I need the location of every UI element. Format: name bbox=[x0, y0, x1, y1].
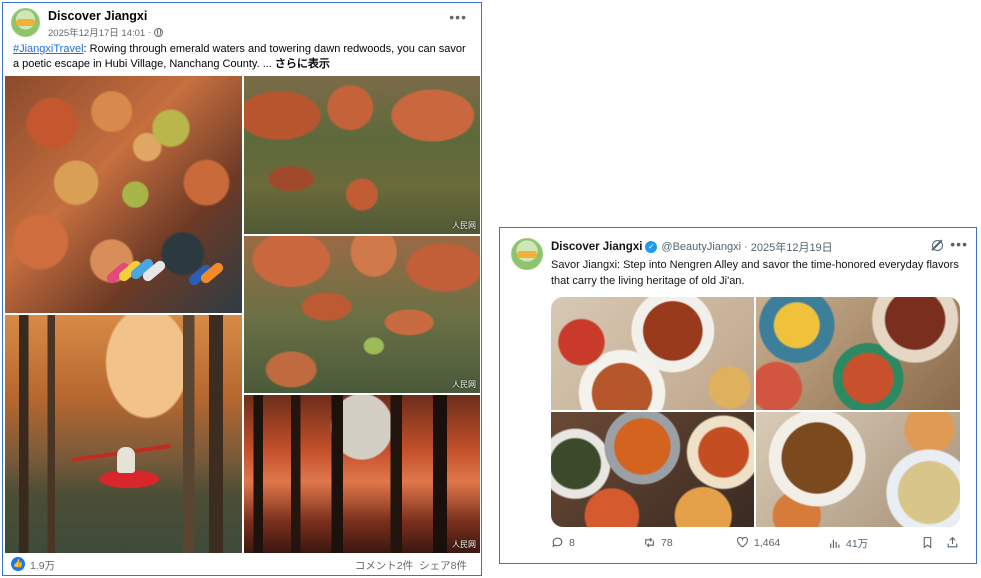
photo-forest-river[interactable]: 人民网 bbox=[244, 236, 480, 393]
photo-boat-among-trees[interactable]: 人民网 bbox=[244, 76, 480, 234]
share-button[interactable] bbox=[946, 536, 959, 549]
post-header: Discover Jiangxi ✓ @BeautyJiangxi · 2025… bbox=[551, 239, 966, 255]
hashtag-link[interactable]: #JiangxiTravel bbox=[13, 43, 84, 55]
photo-grid: 人民网 人民网 人民网 bbox=[5, 76, 480, 553]
verified-badge-icon: ✓ bbox=[645, 241, 658, 253]
comment-count[interactable]: コメント2件 bbox=[355, 558, 413, 573]
see-more-link[interactable]: さらに表示 bbox=[275, 58, 330, 70]
more-options-button[interactable]: ••• bbox=[950, 236, 968, 252]
repost-button[interactable]: 78 bbox=[643, 536, 673, 549]
food-photo-3[interactable] bbox=[551, 412, 754, 527]
meta-separator: · bbox=[148, 26, 152, 38]
account-handle[interactable]: @BeautyJiangxi bbox=[661, 241, 741, 253]
photo-sunset-trunks[interactable]: 人民网 bbox=[244, 395, 480, 553]
post-timestamp[interactable]: 2025年12月17日 14:01 bbox=[48, 25, 145, 39]
page-avatar[interactable] bbox=[11, 8, 40, 37]
reply-count: 8 bbox=[569, 536, 575, 549]
heart-icon bbox=[737, 536, 748, 548]
grok-icon[interactable] bbox=[932, 240, 943, 251]
share-icon bbox=[947, 536, 958, 548]
like-count: 1,464 bbox=[754, 536, 781, 549]
header-separator: · bbox=[744, 241, 748, 253]
account-avatar[interactable] bbox=[511, 238, 543, 270]
share-count[interactable]: シェア8件 bbox=[419, 558, 467, 573]
bookmark-icon bbox=[923, 537, 932, 549]
post-meta: 2025年12月17日 14:01 · bbox=[48, 25, 164, 39]
repost-count: 78 bbox=[661, 536, 673, 549]
views-button[interactable]: 41万 bbox=[828, 536, 868, 551]
display-name[interactable]: Discover Jiangxi bbox=[551, 241, 642, 253]
kayaker bbox=[117, 447, 135, 473]
photo-watermark: 人民网 bbox=[452, 540, 476, 549]
food-photo-4[interactable] bbox=[756, 412, 960, 527]
photo-aerial-redwoods[interactable] bbox=[5, 76, 242, 313]
photo-watermark: 人民网 bbox=[452, 380, 476, 389]
globe-icon bbox=[154, 27, 164, 37]
facebook-post-header: Discover Jiangxi 2025年12月17日 14:01 · ••• bbox=[11, 8, 473, 39]
post-footer: 👍 1.9万 コメント2件 シェア8件 bbox=[11, 556, 473, 574]
post-text: Savor Jiangxi: Step into Nengren Alley a… bbox=[551, 259, 959, 287]
thumbs-up-icon: 👍 bbox=[11, 557, 25, 571]
page-name[interactable]: Discover Jiangxi bbox=[48, 9, 147, 23]
like-count[interactable]: 1.9万 bbox=[30, 558, 55, 573]
more-options-button[interactable]: ••• bbox=[449, 10, 467, 24]
facebook-post-card: Discover Jiangxi 2025年12月17日 14:01 · •••… bbox=[2, 2, 482, 576]
post-actions: 8 78 1,464 41万 bbox=[551, 536, 966, 554]
repost-icon bbox=[645, 537, 654, 548]
food-photo-2[interactable] bbox=[756, 297, 960, 410]
post-date[interactable]: 2025年12月19日 bbox=[751, 239, 833, 255]
photo-kayaker[interactable] bbox=[5, 315, 242, 553]
reply-icon bbox=[552, 537, 563, 548]
like-button[interactable]: 1,464 bbox=[736, 536, 780, 549]
view-count: 41万 bbox=[846, 538, 869, 550]
food-photo-1[interactable] bbox=[551, 297, 754, 410]
bookmark-button[interactable] bbox=[921, 536, 934, 549]
analytics-icon bbox=[830, 539, 840, 548]
kayaks-group bbox=[104, 256, 233, 296]
engagement-stats: コメント2件 シェア8件 bbox=[355, 558, 467, 573]
food-photo-grid bbox=[551, 297, 960, 527]
reply-button[interactable]: 8 bbox=[551, 536, 575, 549]
post-text: #JiangxiTravel: Rowing through emerald w… bbox=[13, 42, 471, 72]
x-post-card: Discover Jiangxi ✓ @BeautyJiangxi · 2025… bbox=[499, 227, 977, 564]
photo-watermark: 人民网 bbox=[452, 221, 476, 230]
